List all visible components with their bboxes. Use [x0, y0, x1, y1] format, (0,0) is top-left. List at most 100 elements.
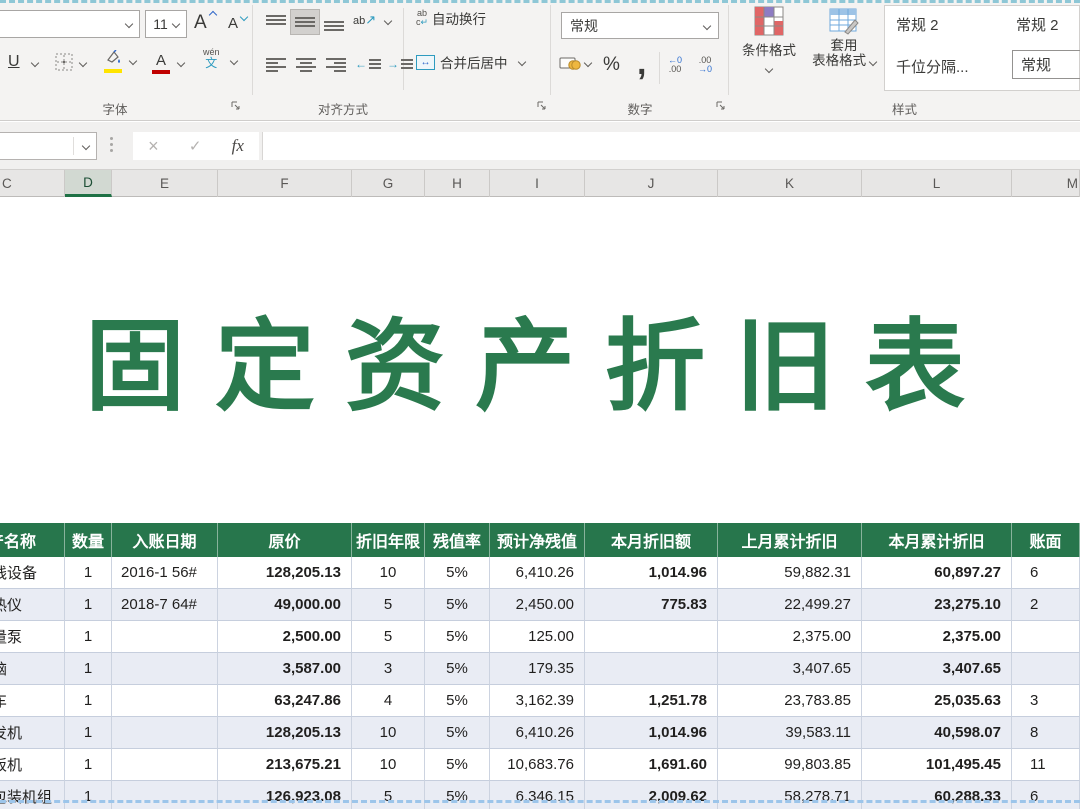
table-cell[interactable]: 2,500.00 — [218, 621, 352, 653]
table-cell[interactable]: 213,675.21 — [218, 749, 352, 781]
table-cell[interactable]: 25,035.63 — [862, 685, 1012, 717]
chevron-down-icon[interactable] — [31, 59, 39, 67]
name-box[interactable] — [0, 132, 97, 160]
phonetic-guide-button[interactable]: wén 文 — [203, 48, 220, 70]
table-cell[interactable] — [112, 685, 218, 717]
chevron-down-icon[interactable] — [82, 142, 90, 150]
cell-style-item[interactable]: 常规 2 — [896, 14, 939, 35]
font-color-button[interactable]: A — [152, 52, 170, 74]
table-header-cell[interactable]: 入账日期 — [112, 523, 218, 557]
table-cell[interactable]: 60,288.33 — [862, 781, 1012, 809]
table-cell[interactable]: 1 — [65, 589, 112, 621]
table-cell[interactable]: 量泵 — [0, 621, 65, 653]
cancel-button[interactable]: × — [148, 136, 159, 157]
table-cell[interactable]: 3 — [1012, 685, 1080, 717]
table-cell[interactable]: 6,410.26 — [490, 557, 585, 589]
shrink-font-button[interactable]: A — [228, 15, 238, 33]
chevron-down-icon[interactable] — [703, 21, 711, 29]
table-cell[interactable]: 1,251.78 — [585, 685, 718, 717]
table-cell[interactable]: 101,495.45 — [862, 749, 1012, 781]
table-cell[interactable]: 10,683.76 — [490, 749, 585, 781]
table-cell[interactable]: 5% — [425, 557, 490, 589]
chevron-down-icon[interactable] — [517, 58, 525, 66]
table-cell[interactable]: 2,450.00 — [490, 589, 585, 621]
underline-button[interactable]: U — [8, 53, 20, 71]
column-header-C[interactable]: C — [0, 170, 65, 197]
table-cell[interactable]: 1,014.96 — [585, 717, 718, 749]
comma-style-button[interactable]: , — [637, 44, 646, 83]
cell-style-item[interactable]: 千位分隔... — [896, 56, 969, 77]
table-cell[interactable]: 5% — [425, 717, 490, 749]
table-cell[interactable] — [112, 621, 218, 653]
table-cell[interactable] — [112, 717, 218, 749]
conditional-formatting-button[interactable]: 条件格式 — [737, 6, 801, 77]
table-cell[interactable] — [112, 749, 218, 781]
table-cell[interactable]: 60,897.27 — [862, 557, 1012, 589]
table-cell[interactable]: 49,000.00 — [218, 589, 352, 621]
table-cell[interactable]: 线设备 — [0, 557, 65, 589]
table-cell[interactable]: 1 — [65, 621, 112, 653]
increase-indent-button[interactable]: → — [387, 56, 413, 72]
table-cell[interactable]: 10 — [352, 717, 425, 749]
table-cell[interactable] — [1012, 621, 1080, 653]
table-cell[interactable] — [112, 781, 218, 809]
chevron-down-icon[interactable] — [172, 20, 180, 28]
table-cell[interactable]: 车 — [0, 685, 65, 717]
table-cell[interactable]: 63,247.86 — [218, 685, 352, 717]
table-cell[interactable]: 5% — [425, 621, 490, 653]
table-cell[interactable]: 5% — [425, 589, 490, 621]
table-cell[interactable]: 脑 — [0, 653, 65, 685]
table-cell[interactable]: 1 — [65, 749, 112, 781]
font-dialog-launcher-icon[interactable] — [230, 100, 242, 112]
chevron-down-icon[interactable] — [79, 59, 87, 67]
table-cell[interactable]: 3,162.39 — [490, 685, 585, 717]
table-cell[interactable]: 板机 — [0, 749, 65, 781]
table-cell[interactable]: 3,407.65 — [718, 653, 862, 685]
table-cell[interactable]: 3 — [352, 653, 425, 685]
table-cell[interactable]: 128,205.13 — [218, 557, 352, 589]
font-size-combo[interactable]: 11 — [145, 10, 187, 38]
align-top-button[interactable] — [263, 12, 289, 34]
table-cell[interactable]: 4 — [352, 685, 425, 717]
table-cell[interactable]: 775.83 — [585, 589, 718, 621]
table-cell[interactable]: 热仪 — [0, 589, 65, 621]
align-bottom-button[interactable] — [321, 12, 347, 34]
table-cell[interactable]: 2016-1 56# — [112, 557, 218, 589]
table-cell[interactable]: 6 — [1012, 781, 1080, 809]
table-cell[interactable]: 1 — [65, 781, 112, 809]
table-header-cell[interactable]: 原价 — [218, 523, 352, 557]
table-cell[interactable] — [585, 653, 718, 685]
insert-function-button[interactable]: fx — [232, 136, 244, 156]
table-cell[interactable]: 2 — [1012, 589, 1080, 621]
table-cell[interactable]: 3,587.00 — [218, 653, 352, 685]
table-cell[interactable]: 6,346.15 — [490, 781, 585, 809]
table-cell[interactable]: 发机 — [0, 717, 65, 749]
table-cell[interactable] — [112, 653, 218, 685]
orientation-button[interactable]: ab↗ — [353, 12, 376, 28]
table-header-cell[interactable]: 上月累计折旧 — [718, 523, 862, 557]
decrease-decimal-button[interactable]: .00 →0 — [698, 56, 712, 74]
table-cell[interactable]: 179.35 — [490, 653, 585, 685]
table-header-cell[interactable]: 本月累计折旧 — [862, 523, 1012, 557]
align-middle-button[interactable] — [290, 9, 320, 35]
column-header-D[interactable]: D — [65, 170, 112, 197]
table-cell[interactable]: 5% — [425, 749, 490, 781]
table-cell[interactable]: 2,375.00 — [718, 621, 862, 653]
table-cell[interactable]: 1 — [65, 653, 112, 685]
table-cell[interactable]: 22,499.27 — [718, 589, 862, 621]
table-cell[interactable]: 2018-7 64# — [112, 589, 218, 621]
table-cell[interactable]: 39,583.11 — [718, 717, 862, 749]
table-cell[interactable]: 11 — [1012, 749, 1080, 781]
column-header-G[interactable]: G — [352, 170, 425, 197]
table-cell[interactable]: 10 — [352, 749, 425, 781]
table-cell[interactable]: 2,375.00 — [862, 621, 1012, 653]
table-cell[interactable]: 125.00 — [490, 621, 585, 653]
chevron-down-icon[interactable] — [125, 20, 133, 28]
column-header-J[interactable]: J — [585, 170, 718, 197]
align-left-button[interactable] — [263, 54, 289, 76]
number-format-combo[interactable]: 常规 — [561, 12, 719, 39]
alignment-dialog-launcher-icon[interactable] — [536, 100, 548, 112]
increase-decimal-button[interactable]: ←0 .00 — [668, 56, 682, 74]
chevron-down-icon[interactable] — [230, 57, 238, 65]
accounting-format-button[interactable] — [559, 55, 591, 71]
